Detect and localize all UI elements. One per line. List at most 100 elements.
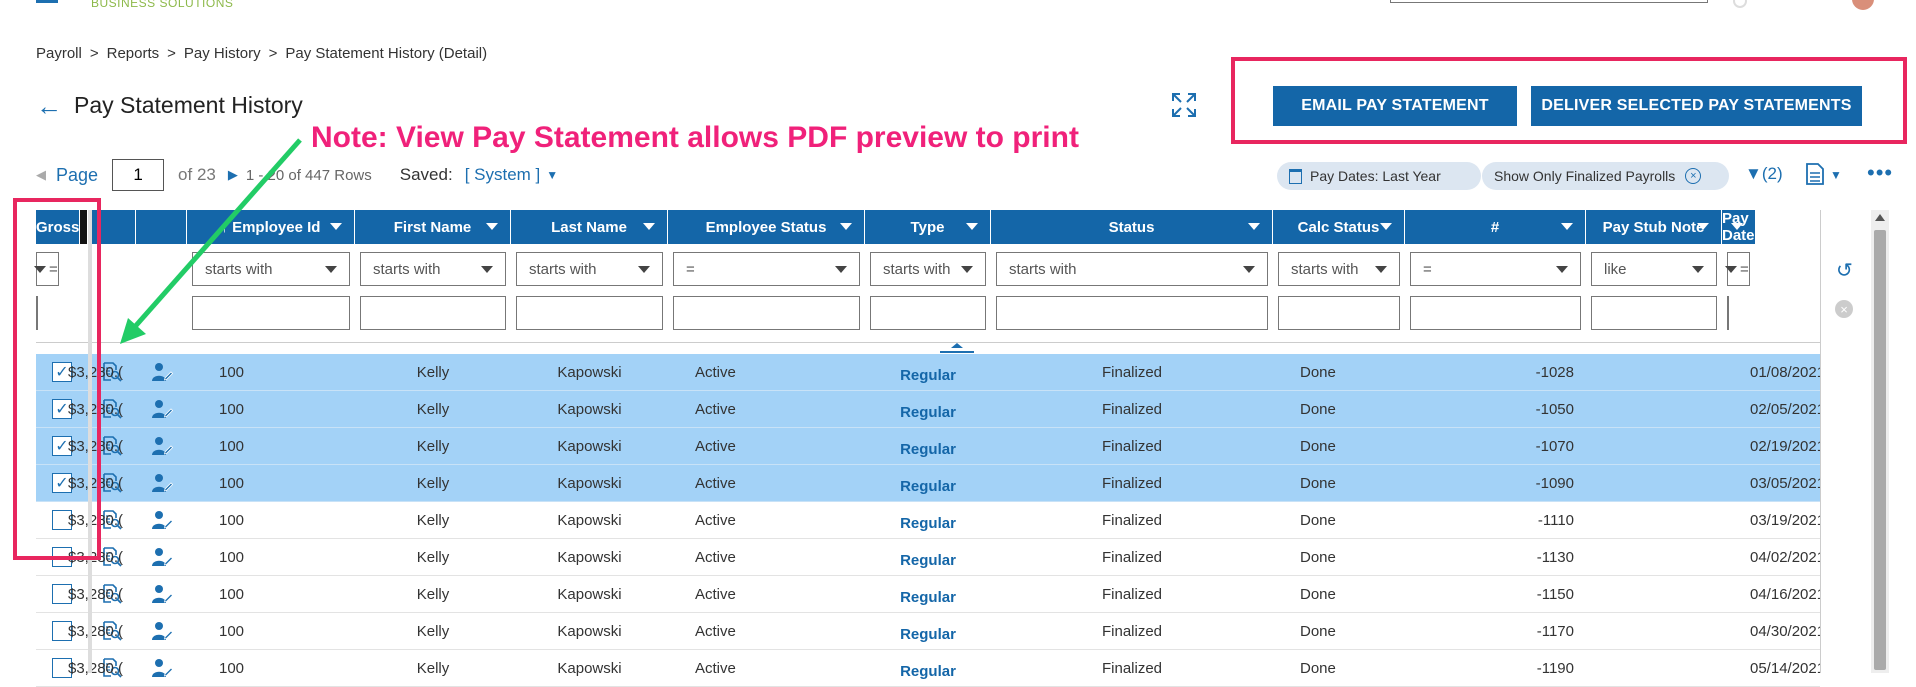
column-menu-caret-icon[interactable]	[966, 223, 978, 230]
remove-filter-icon[interactable]: ×	[1685, 168, 1702, 184]
column-menu-caret-icon[interactable]	[840, 223, 852, 230]
filter-operator-pay_stub_note[interactable]: like	[1591, 252, 1717, 286]
column-header-employee_status[interactable]: Employee Status	[668, 210, 865, 244]
caret-down-icon[interactable]: ▼	[546, 168, 558, 182]
cell-text[interactable]: Regular	[900, 472, 956, 495]
cell-type[interactable]: Regular	[865, 613, 991, 649]
back-arrow-icon[interactable]: ←	[36, 93, 62, 119]
global-search-input[interactable]	[1390, 0, 1708, 3]
filter-value-first_name[interactable]	[360, 296, 506, 330]
column-menu-caret-icon[interactable]	[1730, 223, 1743, 230]
more-options-icon[interactable]: •••	[1867, 160, 1893, 186]
column-menu-caret-icon[interactable]	[330, 223, 342, 230]
clear-filters-icon[interactable]: ×	[1835, 300, 1853, 318]
collapse-filters-icon[interactable]	[939, 342, 975, 353]
column-header-last_name[interactable]: Last Name	[511, 210, 668, 244]
filter-operator-status[interactable]: starts with	[996, 252, 1268, 286]
cell-text[interactable]: Regular	[900, 657, 956, 680]
filter-value-employee_status[interactable]	[673, 296, 860, 330]
table-row[interactable]: 100 Kelly Kapowski Active Regular Finalized Do…	[36, 613, 1825, 650]
filter-value-status[interactable]	[996, 296, 1268, 330]
filter-operator-employee_status[interactable]: =	[673, 252, 860, 286]
table-row[interactable]: 100 Kelly Kapowski Active Regular Finalized Do…	[36, 650, 1825, 687]
filter-value-number[interactable]	[1410, 296, 1581, 330]
sort-ascending-icon[interactable]: ↑	[221, 219, 229, 236]
filter-operator-calc_status[interactable]: starts with	[1278, 252, 1400, 286]
page-number-input[interactable]	[112, 159, 165, 191]
filter-operator-pay_date[interactable]: =	[1724, 252, 1750, 286]
column-header-employee_id[interactable]: ↑ Employee Id	[187, 210, 355, 244]
cell-type[interactable]: Regular	[865, 539, 991, 575]
filter-chip-finalized[interactable]: Show Only Finalized Payrolls ×	[1482, 162, 1729, 190]
table-row[interactable]: ✓ 100 Kelly Kapowski Active Regular Finalized D…	[36, 428, 1825, 465]
filter-operator-number[interactable]: =	[1410, 252, 1581, 286]
filter-value-pay_stub_note[interactable]	[1591, 296, 1717, 330]
cell-type[interactable]: Regular	[865, 650, 991, 686]
avatar[interactable]	[1852, 0, 1874, 10]
column-header-calc_status[interactable]: Calc Status	[1273, 210, 1405, 244]
cell-type[interactable]: Regular	[865, 465, 991, 501]
deliver-selected-pay-statements-button[interactable]: DELIVER SELECTED PAY STATEMENTS	[1531, 86, 1862, 126]
column-header-first_name[interactable]: First Name	[355, 210, 511, 244]
cell-type[interactable]: Regular	[865, 576, 991, 612]
filter-value-pay_date[interactable]	[1727, 296, 1729, 330]
cell-text[interactable]: Regular	[900, 398, 956, 421]
column-menu-caret-icon[interactable]	[1561, 223, 1573, 230]
cell-text[interactable]: Regular	[900, 509, 956, 532]
filter-value-last_name[interactable]	[516, 296, 663, 330]
edit-employee-icon[interactable]	[151, 473, 173, 493]
filter-operator-type[interactable]: starts with	[870, 252, 986, 286]
edit-employee-icon[interactable]	[151, 621, 173, 641]
edit-employee-icon[interactable]	[151, 436, 173, 456]
vertical-scrollbar[interactable]	[1871, 210, 1889, 673]
filter-operator-first_name[interactable]: starts with	[360, 252, 506, 286]
column-header-type[interactable]: Type	[865, 210, 991, 244]
column-header-number[interactable]: #	[1405, 210, 1586, 244]
export-document-icon[interactable]	[1806, 163, 1824, 185]
cell-text[interactable]: Regular	[900, 546, 956, 569]
cell-text[interactable]: Regular	[900, 435, 956, 458]
table-row[interactable]: 100 Kelly Kapowski Active Regular Finalized Do…	[36, 576, 1825, 613]
cell-text[interactable]: Regular	[900, 361, 956, 384]
column-header-status[interactable]: Status	[991, 210, 1273, 244]
hamburger-menu-icon[interactable]	[36, 0, 58, 3]
filter-operator-last_name[interactable]: starts with	[516, 252, 663, 286]
email-pay-statement-button[interactable]: EMAIL PAY STATEMENT	[1273, 86, 1517, 126]
expand-icon[interactable]	[1171, 92, 1197, 118]
column-menu-caret-icon[interactable]	[1697, 223, 1709, 230]
breadcrumb-pay-history[interactable]: Pay History	[184, 45, 261, 62]
caret-down-icon[interactable]: ▼	[1830, 168, 1842, 182]
column-header-pay_stub_note[interactable]: Pay Stub Note	[1586, 210, 1722, 244]
cell-type[interactable]: Regular	[865, 428, 991, 464]
column-menu-caret-icon[interactable]	[1248, 223, 1260, 230]
cell-type[interactable]: Regular	[865, 391, 991, 427]
table-row[interactable]: 100 Kelly Kapowski Active Regular Finalized Do…	[36, 539, 1825, 576]
edit-employee-icon[interactable]	[151, 510, 173, 530]
edit-employee-icon[interactable]	[151, 584, 173, 604]
saved-view-select[interactable]: [ System ]	[465, 165, 541, 185]
scrollbar-thumb[interactable]	[1874, 230, 1886, 670]
scroll-up-icon[interactable]	[1875, 214, 1885, 221]
edit-employee-icon[interactable]	[151, 658, 173, 678]
prev-page-icon[interactable]: ◀	[36, 167, 46, 183]
column-menu-caret-icon[interactable]	[1380, 223, 1392, 230]
filter-chip-pay-dates[interactable]: Pay Dates: Last Year	[1277, 162, 1481, 190]
table-row[interactable]: ✓ 100 Kelly Kapowski Active Regular Finalized D…	[36, 391, 1825, 428]
column-header-pay_date[interactable]: Pay Date	[1722, 210, 1756, 244]
cell-text[interactable]: Regular	[900, 620, 956, 643]
cell-type[interactable]: Regular	[865, 354, 991, 390]
breadcrumb-payroll[interactable]: Payroll	[36, 45, 82, 62]
table-row[interactable]: ✓ 100 Kelly Kapowski Active Regular Finalized D…	[36, 354, 1825, 391]
breadcrumb-reports[interactable]: Reports	[107, 45, 160, 62]
filter-count-button[interactable]: ▼(2)	[1745, 164, 1783, 184]
cell-type[interactable]: Regular	[865, 502, 991, 538]
filter-operator-employee_id[interactable]: starts with	[192, 252, 350, 286]
filter-value-employee_id[interactable]	[192, 296, 350, 330]
filter-value-type[interactable]	[870, 296, 986, 330]
cell-text[interactable]: Regular	[900, 583, 956, 606]
column-menu-caret-icon[interactable]	[643, 223, 655, 230]
edit-employee-icon[interactable]	[151, 547, 173, 567]
edit-employee-icon[interactable]	[151, 362, 173, 382]
reset-filters-icon[interactable]: ↺	[1836, 258, 1853, 283]
help-icon[interactable]	[1733, 0, 1747, 8]
